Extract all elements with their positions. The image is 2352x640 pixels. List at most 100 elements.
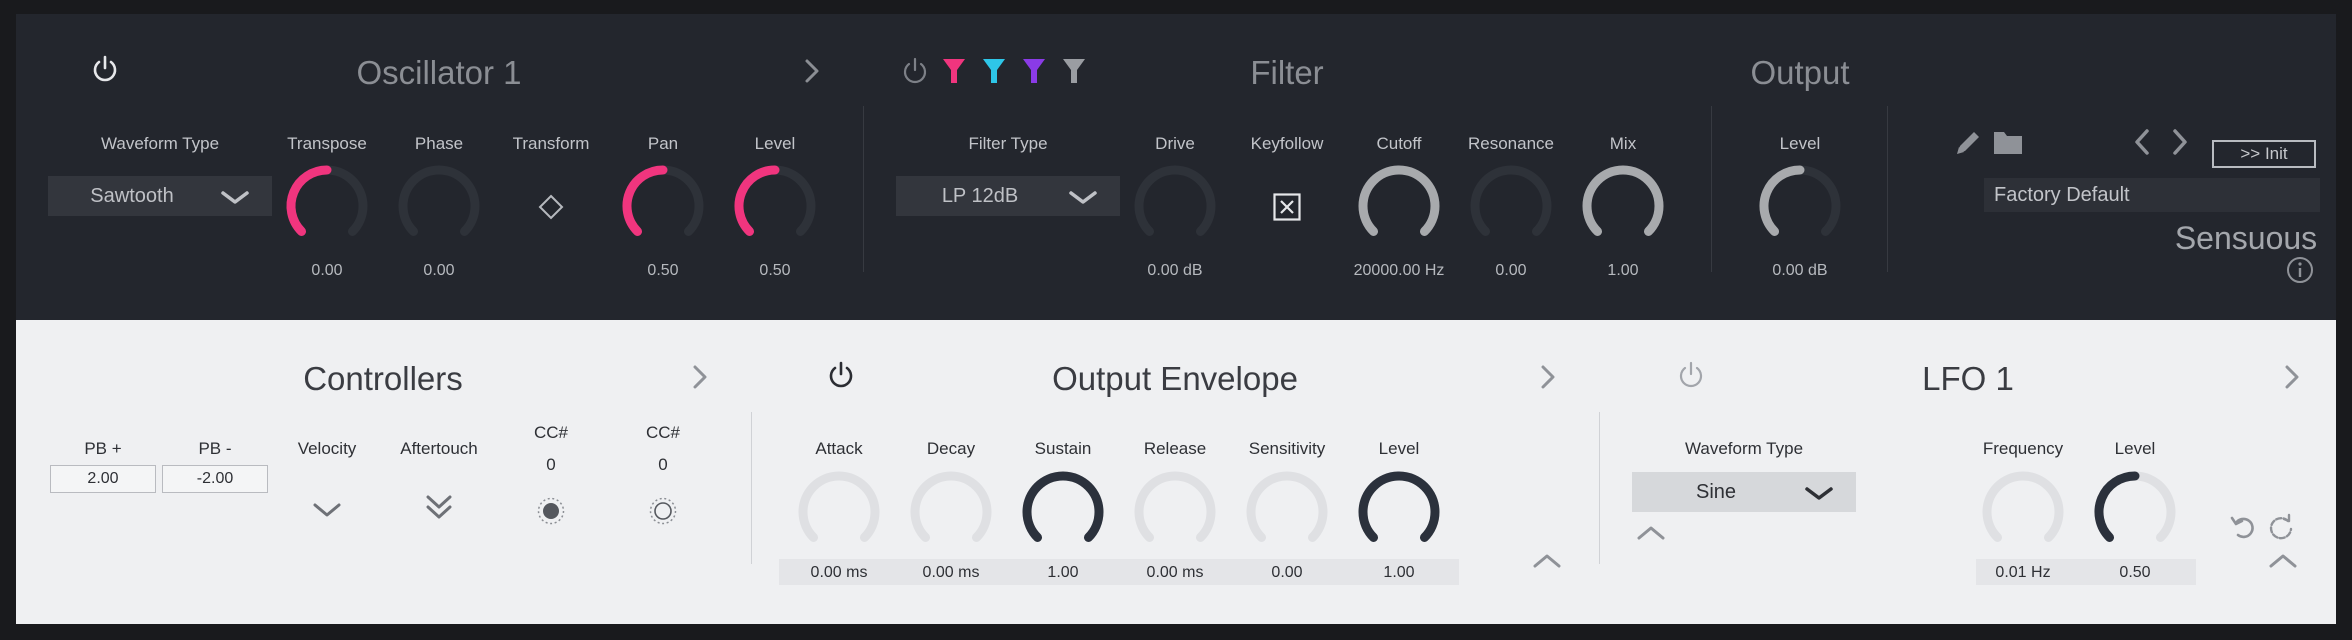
filter-cyan-funnel-icon[interactable] (980, 56, 1008, 86)
lfo-undo-icon[interactable] (2228, 512, 2258, 542)
knob-value-arc (1759, 165, 1805, 236)
attack-value: 0.00 ms (810, 564, 868, 581)
filter-purple-funnel-icon[interactable] (1020, 56, 1048, 86)
lfo-collapse-chevron-up-icon[interactable] (2268, 550, 2298, 572)
envelope-collapse-chevron-up-icon[interactable] (1532, 550, 1562, 572)
pb-minus-field[interactable]: -2.00 (162, 465, 268, 493)
drive-knob[interactable] (1131, 162, 1219, 250)
folder-icon[interactable] (1990, 126, 2026, 158)
phase-value: 0.00 (423, 262, 455, 279)
envelope-value-strip (779, 559, 1459, 585)
cc2-label: CC# (645, 423, 681, 442)
knob-value-arc (1582, 165, 1664, 236)
lfo-level-value: 0.50 (2119, 564, 2151, 581)
transpose-knob[interactable] (283, 162, 371, 250)
mix-value: 1.00 (1607, 262, 1639, 279)
knob-track (1470, 165, 1552, 236)
transpose-value: 0.00 (311, 262, 343, 279)
output-level-knob[interactable] (1756, 162, 1844, 250)
lfo-expand-chevron-icon[interactable] (2280, 362, 2304, 392)
edit-pencil-icon[interactable] (1952, 126, 1986, 158)
keyfollow-checkbox[interactable] (1272, 192, 1302, 222)
divider (1887, 106, 1888, 272)
sustain-knob[interactable] (1019, 468, 1107, 556)
velocity-label: Velocity (297, 439, 357, 458)
decay-knob[interactable] (907, 468, 995, 556)
pan-label: Pan (647, 134, 679, 153)
output-level-label: Level (1779, 134, 1821, 153)
cutoff-knob[interactable] (1355, 162, 1443, 250)
attack-knob[interactable] (795, 468, 883, 556)
lfo-waveform-value: Sine (1695, 481, 1737, 503)
lfo-level-knob[interactable] (2091, 468, 2179, 556)
info-icon[interactable] (2284, 254, 2316, 286)
chevron-down-icon (221, 191, 249, 204)
resonance-label: Resonance (1467, 134, 1555, 153)
cc1-label: CC# (533, 423, 569, 442)
release-value: 0.00 ms (1146, 564, 1204, 581)
drive-value: 0.00 dB (1147, 262, 1203, 279)
oscillator-power-icon[interactable] (90, 52, 120, 86)
sensitivity-label: Sensitivity (1248, 439, 1326, 458)
waveform-type-select[interactable]: Sawtooth (48, 176, 272, 216)
waveform-type-label: Waveform Type (100, 134, 220, 153)
envelope-expand-chevron-icon[interactable] (1536, 362, 1560, 392)
envelope-level-knob[interactable] (1355, 468, 1443, 556)
oscillator-level-value: 0.50 (759, 262, 791, 279)
mix-knob[interactable] (1579, 162, 1667, 250)
lfo-waveform-chevron-up-icon[interactable] (1636, 522, 1666, 544)
filter-type-select[interactable]: LP 12dB (896, 176, 1120, 216)
divider (1711, 106, 1712, 272)
lfo-frequency-knob[interactable] (1979, 468, 2067, 556)
drive-label: Drive (1155, 134, 1195, 153)
sustain-label: Sustain (1034, 439, 1092, 458)
pan-knob[interactable] (619, 162, 707, 250)
sensitivity-knob[interactable] (1243, 468, 1331, 556)
velocity-chevron-down-icon[interactable] (312, 498, 342, 522)
chevron-down-icon (1805, 487, 1833, 500)
aftertouch-double-chevron-icon[interactable] (424, 492, 454, 524)
transpose-label: Transpose (287, 134, 367, 153)
controllers-expand-chevron-icon[interactable] (688, 362, 712, 392)
cc2-mini-knob-icon[interactable] (648, 496, 678, 526)
pb-plus-field[interactable]: 2.00 (50, 465, 156, 493)
resonance-knob[interactable] (1467, 162, 1555, 250)
envelope-power-icon[interactable] (826, 358, 856, 392)
knob-track (910, 471, 992, 542)
release-knob[interactable] (1131, 468, 1219, 556)
phase-label: Phase (414, 134, 464, 153)
knob-track (798, 471, 880, 542)
transform-diamond-icon[interactable] (536, 192, 566, 222)
init-button[interactable]: >> Init (2212, 140, 2316, 168)
filter-type-label: Filter Type (968, 134, 1048, 153)
sensitivity-value: 0.00 (1271, 564, 1303, 581)
phase-knob[interactable] (395, 162, 483, 250)
preset-bank-name[interactable]: Factory Default (1984, 178, 2320, 212)
cc1-mini-knob-icon[interactable] (536, 496, 566, 526)
knob-value-arc (1358, 165, 1440, 236)
cutoff-label: Cutoff (1376, 134, 1422, 153)
knob-value-arc (1358, 471, 1440, 542)
knob-value-arc (734, 165, 780, 236)
oscillator-level-knob[interactable] (731, 162, 819, 250)
lfo-waveform-select[interactable]: Sine (1632, 472, 1856, 512)
filter-power-icon[interactable] (900, 55, 930, 85)
next-preset-chevron-icon[interactable] (2168, 126, 2192, 158)
filter-pink-funnel-icon[interactable] (940, 56, 968, 86)
keyfollow-label: Keyfollow (1250, 134, 1324, 153)
decay-value: 0.00 ms (922, 564, 980, 581)
oscillator-expand-chevron-icon[interactable] (800, 56, 824, 86)
lfo-frequency-value: 0.01 Hz (1995, 564, 2051, 581)
oscillator-title: Oscillator 1 (356, 54, 522, 91)
knob-track (398, 165, 480, 236)
filter-gray-funnel-icon[interactable] (1060, 56, 1088, 86)
previous-preset-chevron-icon[interactable] (2130, 126, 2154, 158)
synth-top-panel: Oscillator 1 Waveform Type Sawtooth Tran… (16, 14, 2336, 320)
lfo-power-icon[interactable] (1676, 358, 1706, 392)
waveform-type-value: Sawtooth (90, 185, 174, 207)
divider (1599, 412, 1600, 564)
knob-track (1134, 471, 1216, 542)
knob-track (1982, 471, 2064, 542)
lfo-retrigger-icon[interactable] (2266, 512, 2296, 542)
aftertouch-label: Aftertouch (400, 439, 478, 458)
